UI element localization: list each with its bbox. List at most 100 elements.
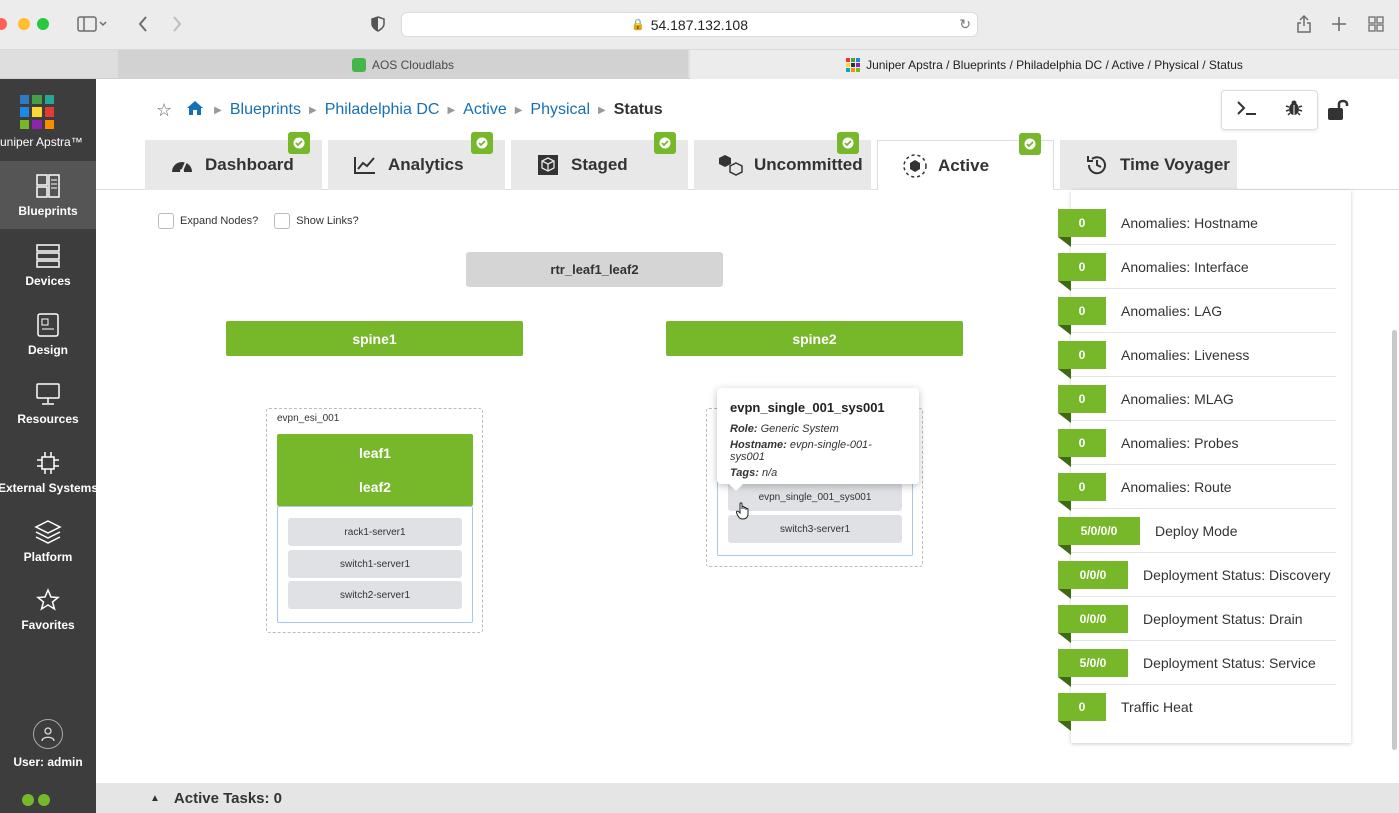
user-menu[interactable]: User: admin [0,719,96,769]
anomaly-row-lag[interactable]: 0 Anomalies: LAG [1058,292,1348,336]
nav-item-platform[interactable]: Platform [0,507,96,575]
nav-item-resources[interactable]: Resources [0,369,96,437]
home-icon[interactable] [186,100,204,121]
tab-staged[interactable]: Staged [511,132,688,190]
sidebar-toggle-icon[interactable] [72,12,112,36]
node-spine1[interactable]: spine1 [226,321,523,356]
header-toolbox [1221,90,1318,130]
user-icon [33,719,63,749]
anomaly-label: Anomalies: LAG [1121,303,1223,319]
server-switch3-server1[interactable]: switch3-server1 [728,515,902,543]
server-switch1-server1[interactable]: switch1-server1 [288,550,462,578]
tab-label: Analytics [388,155,464,174]
rack-evpn-esi-001[interactable]: evpn_esi_001 leaf1 leaf2 rack1-server1 s… [266,408,483,633]
tab-overview-icon[interactable] [1366,12,1386,36]
nav-item-design[interactable]: Design [0,300,96,368]
anomaly-label: Anomalies: Interface [1121,259,1249,275]
left-nav: Juniper Apstra™ Blueprints Devices Desig… [0,79,99,813]
breadcrumb-active[interactable]: Active [463,101,507,119]
node-leaf-pair[interactable]: leaf1 leaf2 [277,434,473,506]
back-icon[interactable] [133,12,153,36]
breadcrumb-current: Status [613,101,663,118]
zoom-window-button[interactable] [37,18,49,30]
favorite-star-icon[interactable]: ☆ [156,100,172,121]
pill-tail [1058,721,1071,731]
anomaly-label: Deploy Mode [1155,523,1238,539]
reload-icon[interactable]: ↻ [959,16,971,33]
breadcrumb-separator: ▶ [309,104,317,116]
check-icon [288,132,310,154]
anomaly-row-traffic-heat[interactable]: 0 Traffic Heat [1058,688,1348,732]
tab-uncommitted[interactable]: Uncommitted [694,132,871,190]
server-rack1-server1[interactable]: rack1-server1 [288,518,462,546]
checkbox-box[interactable] [158,213,174,229]
node-leaf2[interactable]: leaf2 [359,479,391,495]
caret-up-icon[interactable]: ▲ [150,793,160,804]
active-tasks-label: Active Tasks: 0 [173,789,283,807]
anomaly-row-interface[interactable]: 0 Anomalies: Interface [1058,248,1348,292]
minimize-window-button[interactable] [18,18,30,30]
anomaly-row-route[interactable]: 0 Anomalies: Route [1058,468,1348,512]
anomaly-label: Deployment Status: Service [1143,655,1316,671]
bug-icon[interactable] [1285,99,1303,122]
server-switch2-server1[interactable]: switch2-server1 [288,581,462,609]
anomaly-row-liveness[interactable]: 0 Anomalies: Liveness [1058,336,1348,380]
terminal-icon[interactable] [1236,99,1258,122]
anomaly-row-deploy-mode[interactable]: 5/0/0/0 Deploy Mode [1058,512,1348,556]
checkbox-box[interactable] [274,213,291,229]
anomaly-row-deployment-service[interactable]: 5/0/0 Deployment Status: Service [1058,644,1348,688]
tab-dashboard[interactable]: Dashboard [145,132,322,190]
anomaly-row-deployment-drain[interactable]: 0/0/0 Deployment Status: Drain [1058,600,1348,644]
forward-icon[interactable] [167,12,187,36]
tab-time-voyager[interactable]: Time Voyager [1060,140,1237,190]
share-icon[interactable] [1294,12,1314,36]
nav-item-favorites[interactable]: Favorites [0,575,96,643]
breadcrumb-physical[interactable]: Physical [530,101,590,119]
tooltip-tags-label: Tags: [730,467,759,479]
anomaly-count: 0 [1058,385,1106,413]
unlock-icon[interactable] [1326,97,1350,121]
nav-item-blueprints[interactable]: Blueprints [0,161,96,229]
apstra-logo-icon[interactable] [20,95,54,129]
page-scrollbar[interactable] [1392,330,1397,750]
address-bar[interactable]: 🔒 54.187.132.108 ↻ [401,12,978,37]
node-external-router[interactable]: rtr_leaf1_leaf2 [466,252,723,287]
anomaly-row-deployment-discovery[interactable]: 0/0/0 Deployment Status: Discovery [1058,556,1348,600]
node-spine2[interactable]: spine2 [666,321,963,356]
browser-tab-cloudlabs[interactable]: AOS Cloudlabs [118,50,688,79]
anomaly-row-hostname[interactable]: 0 Anomalies: Hostname [1058,204,1348,248]
breadcrumb-philadelphia-dc[interactable]: Philadelphia DC [325,101,440,119]
breadcrumb-separator: ▶ [447,104,456,116]
platform-icon [34,518,62,546]
history-icon [1084,152,1110,178]
breadcrumb-blueprints[interactable]: Blueprints [230,101,301,119]
line-chart-icon [352,152,378,178]
anomaly-count: 0 [1058,341,1106,369]
server-evpn-single-001-sys001[interactable]: evpn_single_001_sys001 [728,483,902,511]
check-icon [471,132,493,154]
tab-label: Uncommitted [754,155,863,174]
new-tab-icon[interactable] [1329,12,1349,36]
pill-tail [1058,325,1071,335]
anomaly-row-mlag[interactable]: 0 Anomalies: MLAG [1058,380,1348,424]
browser-tab-apstra[interactable]: Juniper Apstra / Blueprints / Philadelph… [690,50,1399,79]
cloud-icon [351,57,366,72]
expand-nodes-checkbox[interactable]: Expand Nodes? [158,213,258,229]
logo-text: Juniper Apstra™ [0,135,83,149]
active-tasks-bar[interactable]: ▲ Active Tasks: 0 [96,783,1399,813]
tooltip-role: Generic System [760,423,839,435]
tab-label: Time Voyager [1120,155,1230,174]
anomaly-row-probes[interactable]: 0 Anomalies: Probes [1058,424,1348,468]
nav-item-external-systems[interactable]: External Systems [0,438,99,506]
tab-active[interactable]: Active [877,133,1054,190]
tab-analytics[interactable]: Analytics [328,132,505,190]
anomaly-count: 0/0/0 [1058,605,1128,633]
close-window-button[interactable] [0,18,7,30]
nav-label: External Systems [0,481,99,495]
node-leaf1[interactable]: leaf1 [359,445,391,461]
nav-item-devices[interactable]: Devices [0,231,96,299]
show-links-checkbox[interactable]: Show Links? [274,213,359,229]
anomaly-label: Traffic Heat [1121,699,1193,715]
anomaly-count: 0/0/0 [1058,561,1128,589]
shield-icon[interactable] [368,12,388,36]
